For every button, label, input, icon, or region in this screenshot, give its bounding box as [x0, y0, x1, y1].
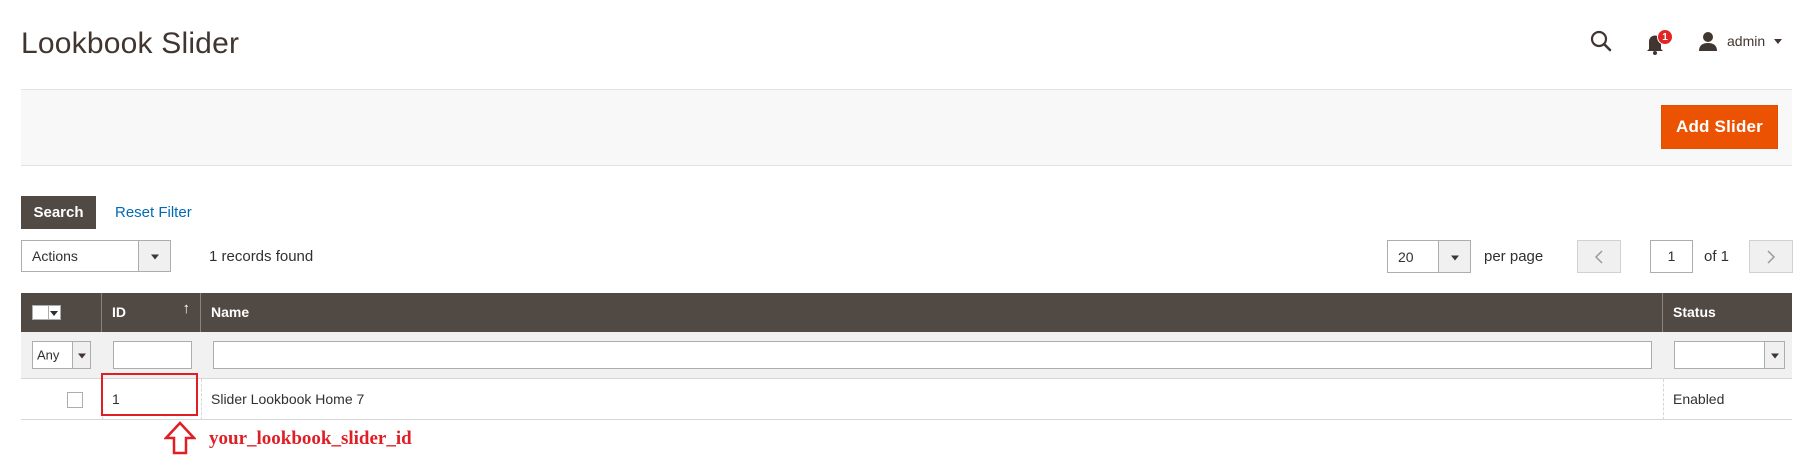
mass-select-checkbox[interactable]: [32, 305, 61, 320]
search-icon[interactable]: [1590, 30, 1612, 52]
id-highlight-box: [101, 373, 198, 416]
records-found: 1 records found: [209, 248, 314, 265]
filter-row: Any: [21, 332, 1792, 379]
page-total: of 1: [1704, 248, 1730, 265]
id-filter-input[interactable]: [113, 341, 192, 369]
row-status-cell: Enabled: [1673, 391, 1725, 407]
chevron-down-icon: [72, 342, 90, 368]
column-header-name-label: Name: [211, 304, 250, 320]
mass-select-filter[interactable]: Any: [32, 341, 91, 369]
column-header-name[interactable]: Name: [201, 293, 1663, 332]
name-filter-input[interactable]: [213, 341, 1652, 369]
per-page-label: per page: [1484, 248, 1544, 265]
admin-user-menu[interactable]: admin: [1727, 33, 1765, 49]
arrow-up-icon: [164, 421, 196, 455]
column-header-id[interactable]: ID ↑: [102, 293, 201, 332]
page-number-input[interactable]: 1: [1650, 240, 1693, 273]
previous-page-button[interactable]: [1577, 240, 1621, 273]
chevron-right-icon: [1767, 249, 1776, 264]
notification-count-badge: 1: [1657, 29, 1673, 45]
page-actions-bar: [21, 89, 1792, 166]
chevron-down-icon[interactable]: [1774, 39, 1782, 44]
annotation-label: your_lookbook_slider_id: [209, 428, 412, 449]
per-page-select[interactable]: 20: [1387, 240, 1471, 273]
status-filter-select[interactable]: [1674, 341, 1785, 369]
chevron-down-icon: [1764, 342, 1784, 368]
chevron-down-icon: [138, 241, 170, 271]
column-header-status[interactable]: Status: [1663, 293, 1792, 332]
mass-actions-select[interactable]: Actions: [21, 240, 171, 272]
sort-arrow-icon: ↑: [182, 300, 191, 317]
mass-select-column: [21, 293, 102, 332]
search-button[interactable]: Search: [21, 196, 96, 229]
column-header-status-label: Status: [1673, 304, 1716, 320]
row-select-checkbox[interactable]: [67, 392, 83, 408]
user-icon[interactable]: [1697, 30, 1719, 52]
page-title: Lookbook Slider: [21, 27, 240, 60]
per-page-value: 20: [1398, 248, 1414, 265]
row-name-cell: Slider Lookbook Home 7: [211, 391, 365, 407]
add-slider-button[interactable]: Add Slider: [1661, 105, 1778, 149]
chevron-left-icon: [1594, 249, 1603, 264]
column-header-id-label: ID: [112, 304, 126, 320]
mass-actions-value: Actions: [32, 248, 78, 264]
grid-header: ID ↑ Name Status: [21, 293, 1792, 332]
chevron-down-icon: [1438, 241, 1470, 272]
next-page-button[interactable]: [1749, 240, 1793, 273]
table-row[interactable]: 1 Slider Lookbook Home 7 Enabled: [21, 379, 1792, 420]
reset-filter-link[interactable]: Reset Filter: [115, 204, 192, 221]
mass-select-filter-value: Any: [37, 347, 60, 363]
